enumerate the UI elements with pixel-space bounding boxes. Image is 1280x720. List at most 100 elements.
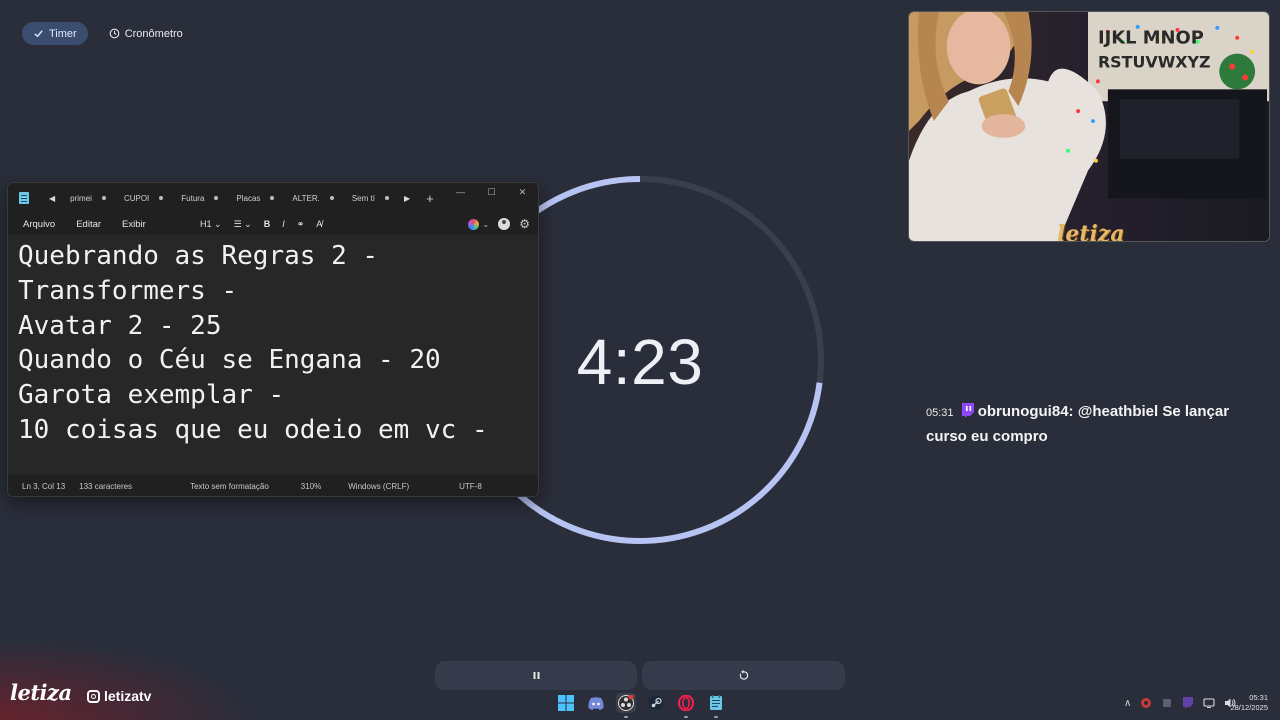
tab-scroll-left-icon[interactable]: ◀ <box>43 194 61 203</box>
notepad-line: Quebrando as Regras 2 - <box>18 241 379 271</box>
close-button[interactable]: ✕ <box>507 183 538 201</box>
svg-text:IJKL MNOP: IJKL MNOP <box>1098 28 1204 49</box>
webcam-logo: letiza <box>1057 221 1125 242</box>
reset-button[interactable] <box>642 661 845 690</box>
menubar-right: ⌄ ⚙ <box>467 213 530 235</box>
tab-scroll-right-icon[interactable]: ▶ <box>398 194 416 203</box>
unsaved-dot-icon <box>270 196 275 200</box>
clock-date: 28/12/2025 <box>1230 703 1268 712</box>
unsaved-dot-icon <box>329 196 334 200</box>
chat-username: obrunogui84 <box>977 403 1069 420</box>
status-format: Texto sem formatação <box>190 481 269 491</box>
mode-tabs: Timer Cronômetro <box>22 22 194 45</box>
notepad-tab[interactable]: primei <box>61 188 115 208</box>
webcam-feed: IJKL MNOP RSTUVWXYZ letiza <box>908 11 1270 242</box>
network-icon[interactable] <box>1203 697 1215 709</box>
copilot-icon[interactable] <box>467 218 479 230</box>
webcam-image: IJKL MNOP RSTUVWXYZ <box>909 12 1269 241</box>
notepad-statusbar: Ln 3, Col 13 133 caracteres Texto sem fo… <box>8 475 538 496</box>
status-position: Ln 3, Col 13 <box>22 481 66 491</box>
pause-button[interactable] <box>435 661 637 690</box>
tab-stopwatch-label: Cronômetro <box>124 27 183 40</box>
new-tab-button[interactable]: + <box>416 191 444 206</box>
chat-time: 05:31 <box>926 407 954 419</box>
tab-label: Futura <box>181 193 205 203</box>
unsaved-dot-icon <box>101 196 106 200</box>
discord-icon[interactable] <box>586 693 606 713</box>
tab-timer[interactable]: Timer <box>22 22 88 45</box>
status-char-count: 133 caracteres <box>79 481 133 491</box>
windows-start-icon[interactable] <box>556 693 576 713</box>
unsaved-dot-icon <box>214 196 219 200</box>
notepad-line: Quando o Céu se Engana - 20 <box>18 345 441 376</box>
maximize-button[interactable]: ☐ <box>476 183 507 201</box>
tab-label: ALTER. <box>292 193 320 203</box>
notepad-titlebar[interactable]: ◀ primei CUPOI Futura Placas ALTER. Sem … <box>8 183 538 213</box>
notepad-line: Garota exemplar - <box>18 380 285 411</box>
twitch-icon <box>961 403 974 418</box>
instagram-handle: letizatv <box>87 688 151 704</box>
window-controls: — ☐ ✕ <box>445 183 538 201</box>
running-indicator <box>714 716 718 718</box>
tray-twitch-icon[interactable] <box>1182 697 1194 709</box>
menu-edit[interactable]: Editar <box>70 219 107 230</box>
heading-select[interactable]: H1 ⌄ <box>200 219 222 230</box>
svg-text:RSTUVWXYZ: RSTUVWXYZ <box>1098 53 1211 72</box>
chat-message: 05:31 obrunogui84: @heathbiel Se lançar … <box>926 400 1256 449</box>
pause-icon <box>533 672 539 679</box>
italic-icon[interactable]: I <box>282 219 285 229</box>
notepad-line: Transformers - <box>18 275 238 306</box>
tab-label: primei <box>70 193 92 203</box>
link-icon[interactable]: ⚭ <box>297 219 305 230</box>
running-indicator <box>684 716 688 718</box>
tab-label: Sem tí <box>351 193 375 203</box>
status-line-ending: Windows (CRLF) <box>348 481 410 491</box>
notepad-tab[interactable]: ALTER. <box>283 188 342 208</box>
brand-logo: letiza <box>10 680 72 705</box>
notepad-line: 10 coisas que eu odeio em vc - <box>18 414 488 445</box>
tray-tool-icon[interactable] <box>1161 697 1173 709</box>
chevron-down-icon[interactable]: ⌄ <box>483 220 490 229</box>
clear-format-icon[interactable]: A̸ <box>316 219 322 229</box>
notepad-menubar: Arquivo Editar Exibir H1 ⌄ ☰ ⌄ B I ⚭ A̸ … <box>8 213 538 235</box>
running-indicator <box>624 716 628 718</box>
clock-icon <box>109 28 120 39</box>
settings-gear-icon[interactable]: ⚙ <box>519 217 530 231</box>
obs-icon[interactable] <box>616 693 636 718</box>
tray-app-icon[interactable] <box>1140 697 1152 709</box>
tab-stopwatch[interactable]: Cronômetro <box>98 22 194 45</box>
status-encoding: UTF-8 <box>459 481 482 491</box>
minimize-button[interactable]: — <box>445 183 476 201</box>
notepad-tab[interactable]: Placas <box>227 188 283 208</box>
tab-label: Placas <box>236 193 261 203</box>
bold-icon[interactable]: B <box>264 219 271 229</box>
notepad-tab[interactable]: CUPOI <box>115 188 172 208</box>
notepad-tabs: ◀ primei CUPOI Futura Placas ALTER. Sem … <box>43 188 444 208</box>
notepad-line: Avatar 2 - 25 <box>18 310 222 341</box>
steam-icon[interactable] <box>646 693 666 713</box>
menu-file[interactable]: Arquivo <box>17 219 61 230</box>
account-icon[interactable] <box>498 218 511 230</box>
notepad-tab[interactable]: Sem tí <box>343 188 398 208</box>
tray-overflow-icon[interactable]: ∧ <box>1124 698 1131 709</box>
tab-timer-label: Timer <box>49 27 77 40</box>
status-zoom[interactable]: 310% <box>269 482 321 491</box>
notepad-tab[interactable]: Futura <box>172 188 227 208</box>
unsaved-dot-icon <box>159 196 164 200</box>
tab-label: CUPOI <box>123 193 150 203</box>
unsaved-dot-icon <box>384 196 389 200</box>
notepad-taskbar-icon[interactable] <box>706 693 726 718</box>
taskbar <box>556 693 726 718</box>
system-clock[interactable]: 05:31 28/12/2025 <box>1230 693 1268 713</box>
menu-view[interactable]: Exibir <box>116 219 152 230</box>
opera-gx-icon[interactable] <box>676 693 696 718</box>
reset-icon <box>739 670 749 680</box>
notepad-text-area[interactable]: Quebrando as Regras 2 - Transformers - Ava… <box>8 235 538 475</box>
heading-select-label: H1 <box>200 218 212 229</box>
system-tray: ∧ <box>1124 697 1236 709</box>
check-icon <box>34 30 43 38</box>
instagram-icon <box>87 689 100 703</box>
list-icon[interactable]: ☰ ⌄ <box>234 219 252 230</box>
instagram-username: letizatv <box>104 688 152 704</box>
notepad-app-icon <box>19 192 29 204</box>
